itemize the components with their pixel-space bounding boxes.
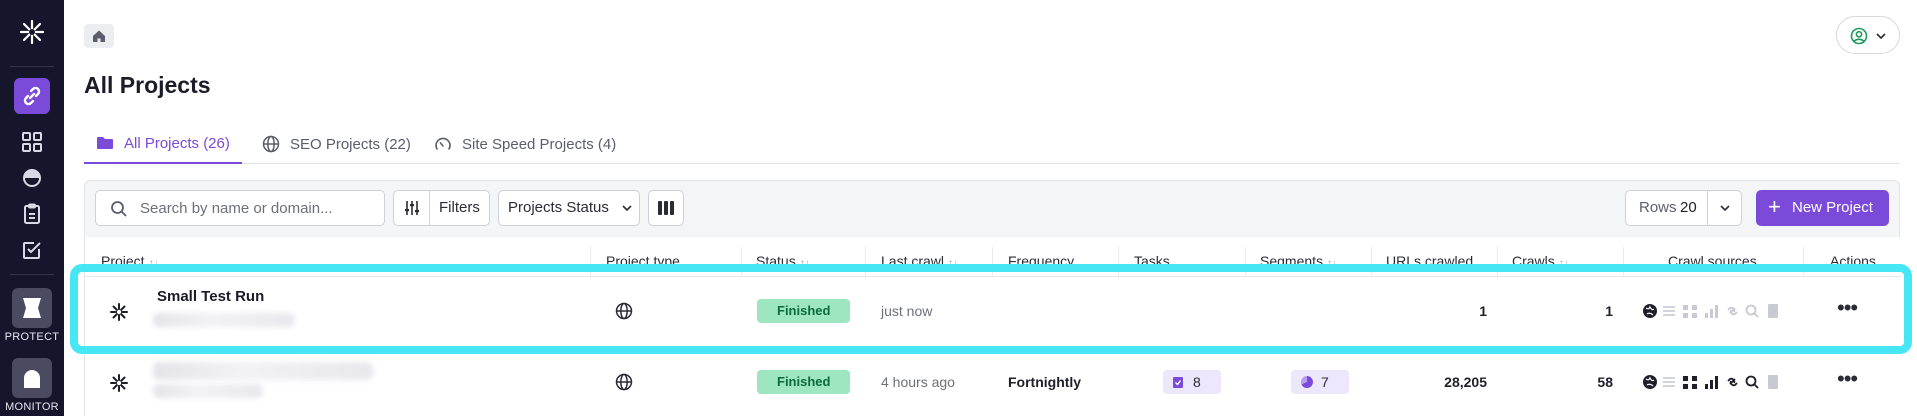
segments-badge[interactable]: 7 [1291,370,1349,394]
filter-sliders-icon [394,191,430,225]
status-badge: Finished [757,370,851,394]
rows-dropdown-toggle[interactable] [1707,191,1742,225]
protect-app-label: PROTECT [4,331,60,343]
new-project-button[interactable]: + New Project [1756,190,1889,226]
clipboard-icon [24,203,40,224]
sidebar-item-tasks[interactable] [20,202,44,226]
home-button[interactable] [84,24,114,48]
crawl-sources [1641,373,1781,396]
chevron-down-icon [1876,33,1886,40]
protect-app-button[interactable] [12,288,52,328]
clipboard-check-icon [1173,377,1183,388]
row-actions-menu-button[interactable]: ••• [1837,366,1858,392]
new-project-label: New Project [1792,199,1873,216]
columns-button[interactable] [648,190,684,226]
crawls-count[interactable]: 58 [1575,374,1613,390]
checkbox-icon [23,242,41,259]
segments-count: 7 [1321,374,1329,390]
rows-value: 20 [1680,199,1697,216]
search-icon [111,201,127,217]
grid-icon [22,132,42,152]
pie-chart-icon [1301,376,1313,388]
rows-label: Rows [1639,199,1677,216]
tab-label: Site Speed Projects (4) [462,135,617,153]
folder-icon [96,135,114,151]
projects-status-label: Projects Status [508,199,609,216]
sidebar-item-reports[interactable] [20,166,44,190]
tab-seo-projects[interactable]: SEO Projects (22) [262,124,411,164]
tab-label: SEO Projects (22) [290,135,411,153]
search-input[interactable] [140,198,376,218]
search-box [95,190,385,226]
projects-status-dropdown[interactable]: Projects Status [498,190,640,226]
page-title: All Projects [84,72,211,98]
filters-button[interactable]: Filters [393,190,490,226]
chevron-down-icon [1720,205,1730,212]
tab-all-projects[interactable]: All Projects (26) [84,124,242,164]
tasks-badge[interactable]: 8 [1163,370,1221,394]
tasks-count: 8 [1193,374,1201,390]
row-highlight-outline [70,264,1912,354]
last-crawl: 4 hours ago [881,374,955,390]
chevron-down-icon [622,205,632,212]
columns-icon [658,201,674,215]
monitor-app-label: MONITOR [5,401,59,413]
frequency: Fortnightly [1008,374,1082,390]
plus-icon: + [1768,194,1781,219]
project-domain-redacted [153,384,263,398]
sidebar-divider [10,66,54,67]
user-circle-icon [1850,27,1868,45]
sidebar-item-checklist[interactable] [20,238,44,262]
globe-icon [262,135,280,153]
user-menu-button[interactable] [1836,16,1900,54]
monitor-app-button[interactable] [12,358,52,398]
link-icon [23,86,41,106]
globe-icon [615,373,633,396]
project-tabs: All Projects (26) SEO Projects (22) Site… [84,124,1900,164]
speedometer-icon [434,135,452,153]
sidebar: PROTECT MONITOR [0,0,64,416]
sidebar-item-dashboard[interactable] [20,130,44,154]
rows-per-page-select[interactable]: Rows 20 [1625,190,1742,226]
shield-app-icon [23,298,41,318]
sidebar-apps-divider [10,274,54,275]
table-row[interactable]: Finished 4 hours ago Fortnightly 8 7 28,… [85,348,1901,416]
project-logo-icon [109,373,129,393]
tab-label: All Projects (26) [124,134,230,152]
sidebar-item-projects[interactable] [14,78,50,114]
urls-crawled: 28,205 [1444,374,1487,390]
tab-site-speed-projects[interactable]: Site Speed Projects (4) [434,124,616,164]
asterisk-logo-icon[interactable] [18,18,46,46]
home-icon [93,30,105,42]
toolbar: Filters Projects Status Rows 20 + New Pr… [85,181,1901,237]
project-name-redacted [153,362,373,380]
filters-label: Filters [439,199,480,216]
gauge-icon [23,169,41,187]
monitor-app-icon [24,370,40,388]
